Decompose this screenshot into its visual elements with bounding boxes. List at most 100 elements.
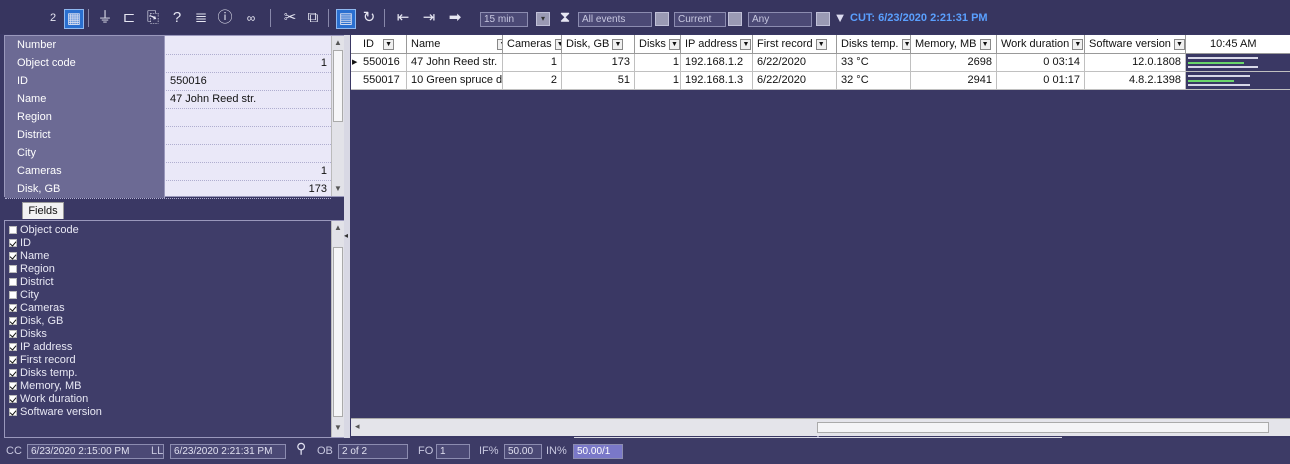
interval-select[interactable]: 15 min xyxy=(480,12,528,27)
events-field[interactable]: All events xyxy=(578,12,652,27)
collapse-left-icon[interactable]: ◂ xyxy=(344,231,348,240)
current-checkbox[interactable] xyxy=(728,12,742,26)
field-item-cameras[interactable]: Cameras xyxy=(9,303,65,314)
any-checkbox[interactable] xyxy=(816,12,830,26)
column-header-first-record[interactable]: First record ▼ xyxy=(753,35,837,53)
field-checkbox[interactable] xyxy=(9,252,17,260)
filter-fields-icon[interactable]: ⏚ xyxy=(96,9,114,27)
property-value[interactable] xyxy=(166,144,331,162)
column-filter-icon[interactable]: ▼ xyxy=(979,39,991,50)
column-filter-icon[interactable]: ▼ xyxy=(554,39,561,50)
column-header-disk-gb[interactable]: Disk, GB ▼ xyxy=(562,35,635,53)
step-back-icon[interactable]: ⇤ xyxy=(392,9,414,27)
column-filter-icon[interactable]: ▼ xyxy=(1072,39,1084,50)
field-checkbox[interactable] xyxy=(9,356,17,364)
field-checkbox[interactable] xyxy=(9,395,17,403)
column-header-ip-address[interactable]: IP address ▼ xyxy=(681,35,753,53)
scroll-up-icon[interactable]: ▲ xyxy=(332,38,344,47)
table-row[interactable]: 550017 10 Green spruce dr. 2 51 1 192.16… xyxy=(351,72,1290,90)
property-scrollbar[interactable]: ▲ ▼ xyxy=(331,36,344,196)
columns-icon[interactable]: ⊏ xyxy=(120,9,138,27)
column-header-disks[interactable]: Disks ▼ xyxy=(635,35,681,53)
field-checkbox[interactable] xyxy=(9,304,17,312)
field-checkbox[interactable] xyxy=(9,226,17,234)
property-value[interactable] xyxy=(166,126,331,144)
column-filter-icon[interactable]: ▼ xyxy=(383,39,395,50)
field-checkbox[interactable] xyxy=(9,291,17,299)
any-field[interactable]: Any xyxy=(748,12,812,27)
panel-splitter[interactable]: ◂ xyxy=(344,35,350,438)
field-checkbox[interactable] xyxy=(9,382,17,390)
help-icon[interactable]: ? xyxy=(168,9,186,27)
column-header-name[interactable]: Name ▼ xyxy=(407,35,503,53)
column-header-id[interactable]: ID ▼ xyxy=(359,35,407,53)
field-item-object-code[interactable]: Object code xyxy=(9,225,79,236)
table-view-icon[interactable]: ▦ xyxy=(64,9,84,29)
list-icon[interactable]: ≣ xyxy=(192,9,210,27)
field-item-disks[interactable]: Disks xyxy=(9,329,47,340)
property-value[interactable]: 47 John Reed str. xyxy=(166,90,331,108)
column-filter-icon[interactable]: ▼ xyxy=(668,39,680,50)
skip-end-icon[interactable]: ⇥ xyxy=(418,9,440,27)
field-item-work-duration[interactable]: Work duration xyxy=(9,394,88,405)
property-value[interactable] xyxy=(166,36,331,54)
link-icon[interactable]: ∞ xyxy=(240,9,262,27)
column-header-disks-temp[interactable]: Disks temp. ▼ xyxy=(837,35,911,53)
forward-icon[interactable]: ➡ xyxy=(444,9,466,27)
property-value[interactable]: 550016 xyxy=(166,72,331,90)
column-header-work-duration[interactable]: Work duration ▼ xyxy=(997,35,1085,53)
export-icon[interactable]: ⧉ xyxy=(304,9,322,27)
scroll-thumb[interactable] xyxy=(333,247,343,417)
column-filter-icon[interactable]: ▼ xyxy=(1174,39,1185,50)
field-item-disks-temp[interactable]: Disks temp. xyxy=(9,368,77,379)
scroll-down-icon[interactable]: ▼ xyxy=(332,184,344,193)
field-item-name[interactable]: Name xyxy=(9,251,49,262)
property-value[interactable] xyxy=(166,108,331,126)
document-icon[interactable]: ▤ xyxy=(336,9,356,29)
field-item-memory[interactable]: Memory, MB xyxy=(9,381,82,392)
field-item-first-record[interactable]: First record xyxy=(9,355,76,366)
column-filter-icon[interactable]: ▼ xyxy=(815,39,827,50)
field-item-disk-gb[interactable]: Disk, GB xyxy=(9,316,63,327)
field-item-region[interactable]: Region xyxy=(9,264,55,275)
funnel-icon[interactable]: ▼ xyxy=(832,9,848,27)
scroll-thumb[interactable] xyxy=(333,50,343,122)
refresh-icon[interactable]: ↻ xyxy=(360,9,378,27)
column-filter-icon[interactable]: ▼ xyxy=(740,39,752,50)
interval-dropdown-icon[interactable]: ▾ xyxy=(536,12,550,26)
field-item-city[interactable]: City xyxy=(9,290,39,301)
scroll-up-icon[interactable]: ▲ xyxy=(332,223,344,232)
broom-icon[interactable]: ⚲ xyxy=(296,441,306,455)
scroll-left-icon[interactable]: ◂ xyxy=(355,421,360,432)
scroll-thumb[interactable] xyxy=(817,422,1269,433)
field-checkbox[interactable] xyxy=(9,239,17,247)
column-header-cameras[interactable]: Cameras ▼ xyxy=(503,35,562,53)
field-checkbox[interactable] xyxy=(9,369,17,377)
fields-scrollbar[interactable]: ▲ ▼ xyxy=(331,221,344,437)
field-checkbox[interactable] xyxy=(9,408,17,416)
column-header-software-version[interactable]: Software version ▼ xyxy=(1085,35,1186,53)
field-item-software-version[interactable]: Software version xyxy=(9,407,102,418)
field-checkbox[interactable] xyxy=(9,343,17,351)
scroll-down-icon[interactable]: ▼ xyxy=(332,423,344,432)
property-value[interactable]: 173 xyxy=(166,180,331,198)
events-checkbox[interactable] xyxy=(655,12,669,26)
table-row[interactable]: ▶ 550016 47 John Reed str. 1 173 1 192.1… xyxy=(351,54,1290,72)
column-filter-icon[interactable]: ▼ xyxy=(612,39,624,50)
field-item-district[interactable]: District xyxy=(9,277,54,288)
column-filter-icon[interactable]: ▼ xyxy=(901,39,910,50)
field-item-id[interactable]: ID xyxy=(9,238,31,249)
copy-icon[interactable]: ⎘ xyxy=(144,9,162,27)
column-header-memory[interactable]: Memory, MB ▼ xyxy=(911,35,997,53)
property-value[interactable]: 1 xyxy=(166,162,331,180)
tab-fields[interactable]: Fields xyxy=(22,202,64,219)
field-checkbox[interactable] xyxy=(9,265,17,273)
info-icon[interactable]: ⓘ xyxy=(216,9,234,27)
current-field[interactable]: Current xyxy=(674,12,726,27)
property-value[interactable]: 1 xyxy=(166,54,331,72)
field-checkbox[interactable] xyxy=(9,330,17,338)
sort-events-icon[interactable]: ⧗ xyxy=(556,9,574,27)
field-checkbox[interactable] xyxy=(9,317,17,325)
field-checkbox[interactable] xyxy=(9,278,17,286)
field-item-ip-address[interactable]: IP address xyxy=(9,342,72,353)
